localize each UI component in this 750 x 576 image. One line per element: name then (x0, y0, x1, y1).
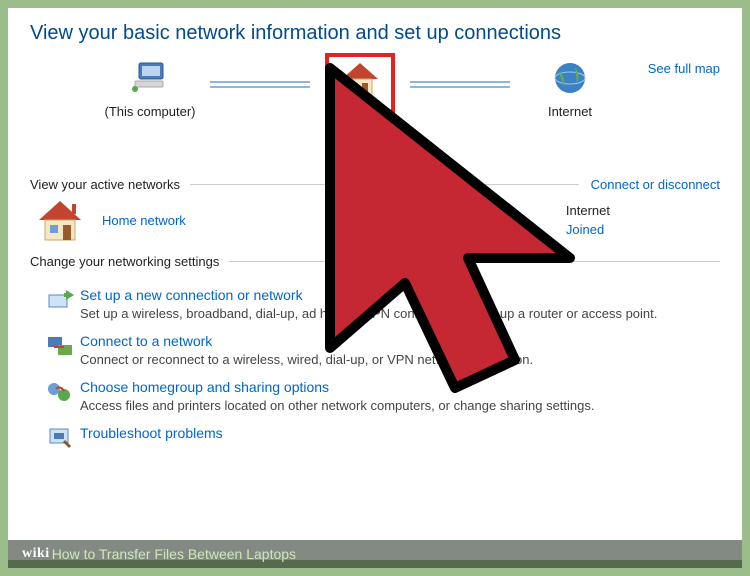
homegroup-icon (46, 379, 80, 408)
option-homegroup[interactable]: Choose homegroup and sharing options Acc… (46, 379, 720, 413)
troubleshoot-icon (46, 425, 80, 454)
network-map: See full map (This computer) (30, 59, 720, 169)
article-title: How to Transfer Files Between Laptops (52, 546, 296, 562)
active-networks-header: View your active networks Connect or dis… (30, 177, 720, 192)
settings-label: Change your networking settings (30, 254, 219, 269)
computer-icon (129, 59, 171, 97)
connect-network-icon (46, 333, 80, 362)
option-link[interactable]: Troubleshoot problems (80, 425, 223, 441)
option-desc: Access files and printers located on oth… (80, 398, 595, 413)
network-info-internet: Internet (566, 201, 610, 221)
option-connect-network[interactable]: Connect to a network Connect or reconnec… (46, 333, 720, 367)
see-full-map-link[interactable]: See full map (648, 61, 720, 76)
active-network-row: Home network Internet Joined (36, 198, 720, 242)
option-link[interactable]: Choose homegroup and sharing options (80, 379, 595, 395)
settings-list: Set up a new connection or network Set u… (30, 287, 720, 454)
option-desc: Connect or reconnect to a wireless, wire… (80, 352, 533, 367)
setup-connection-icon (46, 287, 80, 316)
wiki-brand: wiki (22, 546, 50, 562)
option-setup-connection[interactable]: Set up a new connection or network Set u… (46, 287, 720, 321)
house-icon (36, 198, 84, 242)
map-connector (210, 81, 310, 83)
connect-disconnect-link[interactable]: Connect or disconnect (591, 177, 720, 192)
page-title: View your basic network information and … (30, 22, 720, 45)
option-link[interactable]: Set up a new connection or network (80, 287, 657, 303)
house-icon (338, 59, 382, 99)
home-network-link[interactable]: Home network (102, 213, 186, 228)
globe-icon (551, 59, 589, 97)
caption-bar: wiki How to Transfer Files Between Lapto… (8, 540, 742, 568)
map-node-internet-label: Internet (510, 104, 630, 119)
option-link[interactable]: Connect to a network (80, 333, 533, 349)
option-troubleshoot[interactable]: Troubleshoot problems (46, 425, 720, 454)
option-desc: Set up a wireless, broadband, dial-up, a… (80, 306, 657, 321)
network-info-joined: Joined (566, 220, 610, 240)
active-networks-label: View your active networks (30, 177, 180, 192)
network-center-panel: View your basic network information and … (8, 8, 742, 560)
map-node-gateway (300, 59, 420, 102)
map-node-computer: (This computer) (90, 59, 210, 119)
map-connector (410, 81, 510, 83)
settings-header: Change your networking settings (30, 254, 720, 269)
network-info: Internet Joined (566, 201, 610, 240)
map-node-internet: Internet (510, 59, 630, 119)
map-node-computer-label: (This computer) (90, 104, 210, 119)
